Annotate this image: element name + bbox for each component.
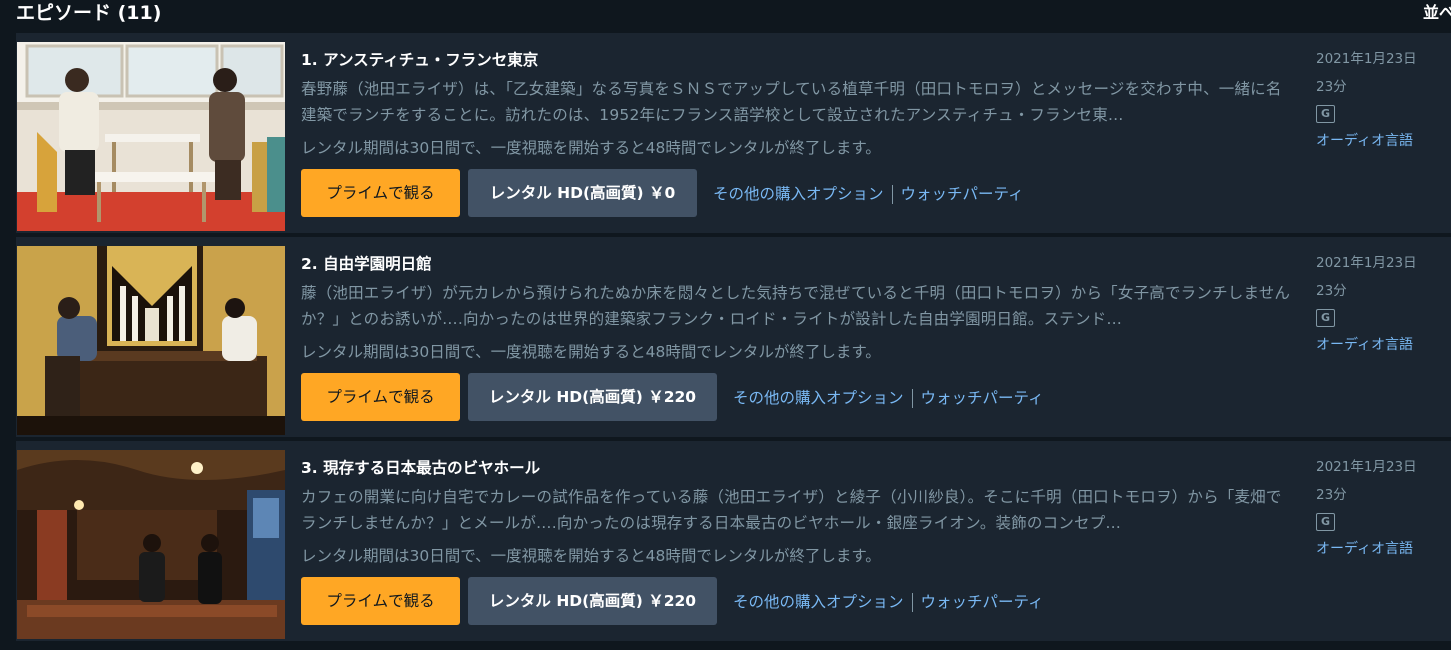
divider: [911, 593, 913, 612]
purchase-links: その他の購入オプション ウォッチパーティ: [713, 183, 1024, 205]
runtime: 23分: [1316, 283, 1347, 299]
episode-thumbnail[interactable]: [17, 450, 285, 639]
rental-note: レンタル期間は30日間で、一度視聴を開始すると48時間でレンタルが終了します。: [301, 343, 881, 361]
other-purchase-options-link[interactable]: その他の購入オプション: [733, 593, 904, 611]
runtime: 23分: [1316, 487, 1347, 503]
other-purchase-options-link[interactable]: その他の購入オプション: [733, 389, 904, 407]
episode-thumbnail[interactable]: [17, 42, 285, 231]
rent-hd-button[interactable]: レンタル HD(高画質) ￥0: [468, 169, 697, 217]
watch-with-prime-button[interactable]: プライムで観る: [301, 373, 460, 421]
watch-party-link[interactable]: ウォッチパーティ: [921, 593, 1044, 611]
audio-languages-link[interactable]: オーディオ言語: [1316, 131, 1446, 151]
audio-languages-link[interactable]: オーディオ言語: [1316, 539, 1446, 559]
cafe-scene-thumbnail: [17, 42, 285, 231]
rating-badge: G: [1316, 105, 1336, 123]
rent-hd-button[interactable]: レンタル HD(高画質) ￥220: [468, 577, 717, 625]
dining-hall-thumbnail: [17, 246, 285, 435]
watch-party-link[interactable]: ウォッチパーティ: [901, 185, 1024, 203]
episode-item: 2. 自由学園明日館 藤（池田エライザ）が元カレから預けられたぬか床を悶々とした…: [16, 237, 1451, 437]
other-purchase-options-link[interactable]: その他の購入オプション: [713, 185, 884, 203]
episode-item: 3. 現存する日本最古のビヤホール カフェの開業に向け自宅でカレーの試作品を作っ…: [16, 441, 1451, 641]
release-date: 2021年1月23日: [1316, 459, 1417, 475]
rent-hd-button[interactable]: レンタル HD(高画質) ￥220: [468, 373, 717, 421]
episode-thumbnail[interactable]: [17, 246, 285, 435]
episode-meta: 2021年1月23日 23分 G オーディオ言語: [1316, 49, 1446, 151]
beer-hall-thumbnail: [17, 450, 285, 639]
rating-badge: G: [1316, 309, 1336, 327]
episode-meta: 2021年1月23日 23分 G オーディオ言語: [1316, 457, 1446, 559]
audio-languages-link[interactable]: オーディオ言語: [1316, 335, 1446, 355]
runtime: 23分: [1316, 79, 1347, 95]
release-date: 2021年1月23日: [1316, 51, 1417, 67]
episode-synopsis: カフェの開業に向け自宅でカレーの試作品を作っている藤（池田エライザ）と綾子（小川…: [301, 488, 1282, 532]
release-date: 2021年1月23日: [1316, 255, 1417, 271]
episode-item: 1. アンスティチュ・フランセ東京 春野藤（池田エライザ）は、「乙女建築」なる写…: [16, 33, 1451, 233]
episode-title[interactable]: 3. 現存する日本最古のビヤホール: [301, 457, 540, 479]
sort-button[interactable]: 並べ替え: [1423, 3, 1451, 23]
episode-title[interactable]: 1. アンスティチュ・フランセ東京: [301, 49, 538, 71]
episodes-heading: エピソード (11): [16, 2, 162, 24]
rating-badge: G: [1316, 513, 1336, 531]
episode-synopsis: 春野藤（池田エライザ）は、「乙女建築」なる写真をＳＮＳでアップしている植草千明（…: [301, 80, 1282, 124]
watch-with-prime-button[interactable]: プライムで観る: [301, 577, 460, 625]
rental-note: レンタル期間は30日間で、一度視聴を開始すると48時間でレンタルが終了します。: [301, 139, 881, 157]
episode-synopsis: 藤（池田エライザ）が元カレから預けられたぬか床を悶々とした気持ちで混ぜていると千…: [301, 284, 1291, 328]
divider: [911, 389, 913, 408]
episode-title[interactable]: 2. 自由学園明日館: [301, 253, 432, 275]
rental-note: レンタル期間は30日間で、一度視聴を開始すると48時間でレンタルが終了します。: [301, 547, 881, 565]
episodes-page: エピソード (11) 並べ替え: [0, 0, 1451, 650]
divider: [891, 185, 893, 204]
watch-party-link[interactable]: ウォッチパーティ: [921, 389, 1044, 407]
purchase-links: その他の購入オプション ウォッチパーティ: [733, 387, 1044, 409]
watch-with-prime-button[interactable]: プライムで観る: [301, 169, 460, 217]
episode-meta: 2021年1月23日 23分 G オーディオ言語: [1316, 253, 1446, 355]
episode-list: 1. アンスティチュ・フランセ東京 春野藤（池田エライザ）は、「乙女建築」なる写…: [16, 33, 1451, 645]
purchase-links: その他の購入オプション ウォッチパーティ: [733, 591, 1044, 613]
